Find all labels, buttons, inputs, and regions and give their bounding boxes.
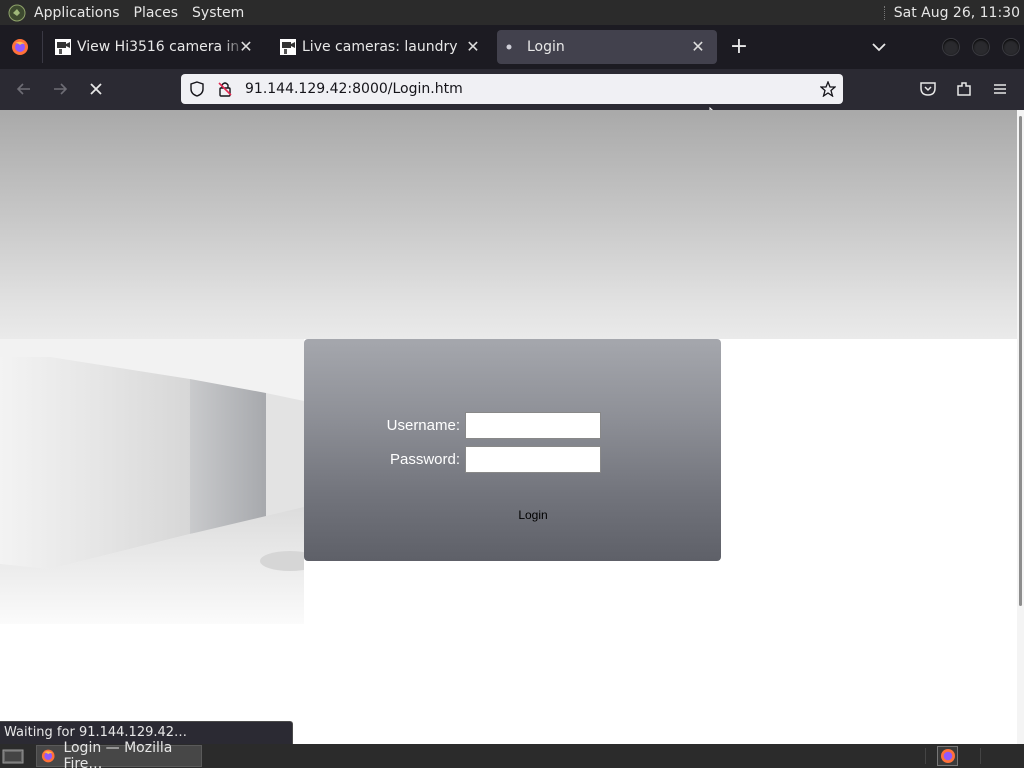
gnome-foot-icon[interactable] (8, 4, 26, 22)
tab-title: View Hi3516 camera in Russ (77, 39, 247, 55)
show-desktop-icon[interactable] (2, 748, 24, 764)
tab-live-cameras[interactable]: Live cameras: laundry ✕ (268, 30, 492, 64)
clock[interactable]: Sat Aug 26, 11:30 (894, 5, 1020, 21)
close-tab-icon[interactable]: ✕ (237, 38, 255, 56)
tab-login[interactable]: Login ✕ (497, 30, 717, 64)
workspace-switcher[interactable] (937, 746, 958, 766)
panel-separator (883, 5, 886, 20)
stop-loading-icon[interactable] (86, 79, 106, 99)
extensions-puzzle-icon[interactable] (954, 79, 974, 99)
firefox-menu-icon[interactable] (11, 38, 29, 56)
tab-title: Live cameras: laundry (302, 39, 458, 55)
maximize-window-button[interactable] (973, 39, 989, 55)
username-input[interactable] (465, 412, 601, 439)
tab-hi3516-camera[interactable]: View Hi3516 camera in Russ ✕ (43, 30, 265, 64)
top-panel: Applications Places System Sat Aug 26, 1… (0, 0, 1024, 25)
star-bookmark-icon[interactable] (820, 81, 836, 97)
url-text[interactable]: 91.144.129.42:8000/Login.htm (245, 81, 463, 97)
login-panel: Username: Password: Login (304, 339, 721, 561)
bottom-taskbar: Login — Mozilla Fire… (0, 740, 1024, 768)
chevron-down-icon[interactable] (870, 37, 888, 57)
tab-title: Login (527, 39, 565, 55)
tab-strip: View Hi3516 camera in Russ ✕ Live camera… (0, 25, 1024, 69)
close-tab-icon[interactable]: ✕ (464, 38, 482, 56)
loading-dot-icon (506, 44, 512, 50)
minimize-window-button[interactable] (943, 39, 959, 55)
password-input[interactable] (465, 446, 601, 473)
back-arrow-icon[interactable] (14, 79, 34, 99)
taskbar-window-title: Login — Mozilla Fire… (63, 740, 173, 768)
close-window-button[interactable] (1003, 39, 1019, 55)
tray-separator (925, 748, 926, 764)
hamburger-menu-icon[interactable] (990, 79, 1010, 99)
panel-right: Sat Aug 26, 11:30 (883, 0, 1020, 25)
new-tab-button[interactable]: + (729, 36, 749, 58)
navigation-bar: 91.144.129.42:8000/Login.htm (0, 69, 1024, 110)
camera-favicon-icon (55, 39, 71, 55)
login-button[interactable]: Login (498, 505, 568, 525)
username-label: Username: (386, 417, 460, 434)
menu-places[interactable]: Places (134, 5, 179, 21)
camera-favicon-icon (280, 39, 296, 55)
vertical-scrollbar[interactable] (1017, 110, 1024, 744)
shield-icon[interactable] (189, 81, 205, 97)
tray-separator (980, 748, 981, 764)
insecure-lock-icon[interactable] (217, 81, 233, 97)
menu-system[interactable]: System (192, 5, 244, 21)
pocket-icon[interactable] (918, 79, 938, 99)
firefox-icon (41, 749, 55, 763)
firefox-icon (941, 749, 955, 763)
close-tab-icon[interactable]: ✕ (689, 38, 707, 56)
taskbar-window-firefox[interactable]: Login — Mozilla Fire… (36, 740, 202, 768)
background-gradient-banner (0, 110, 1017, 339)
url-bar[interactable]: 91.144.129.42:8000/Login.htm (181, 74, 843, 104)
menu-applications[interactable]: Applications (34, 5, 120, 21)
scrollbar-thumb[interactable] (1019, 116, 1022, 606)
background-room-image (0, 339, 304, 624)
page-viewport: Username: Password: Login (0, 110, 1017, 744)
password-label: Password: (389, 451, 460, 468)
forward-arrow-icon[interactable] (50, 79, 70, 99)
